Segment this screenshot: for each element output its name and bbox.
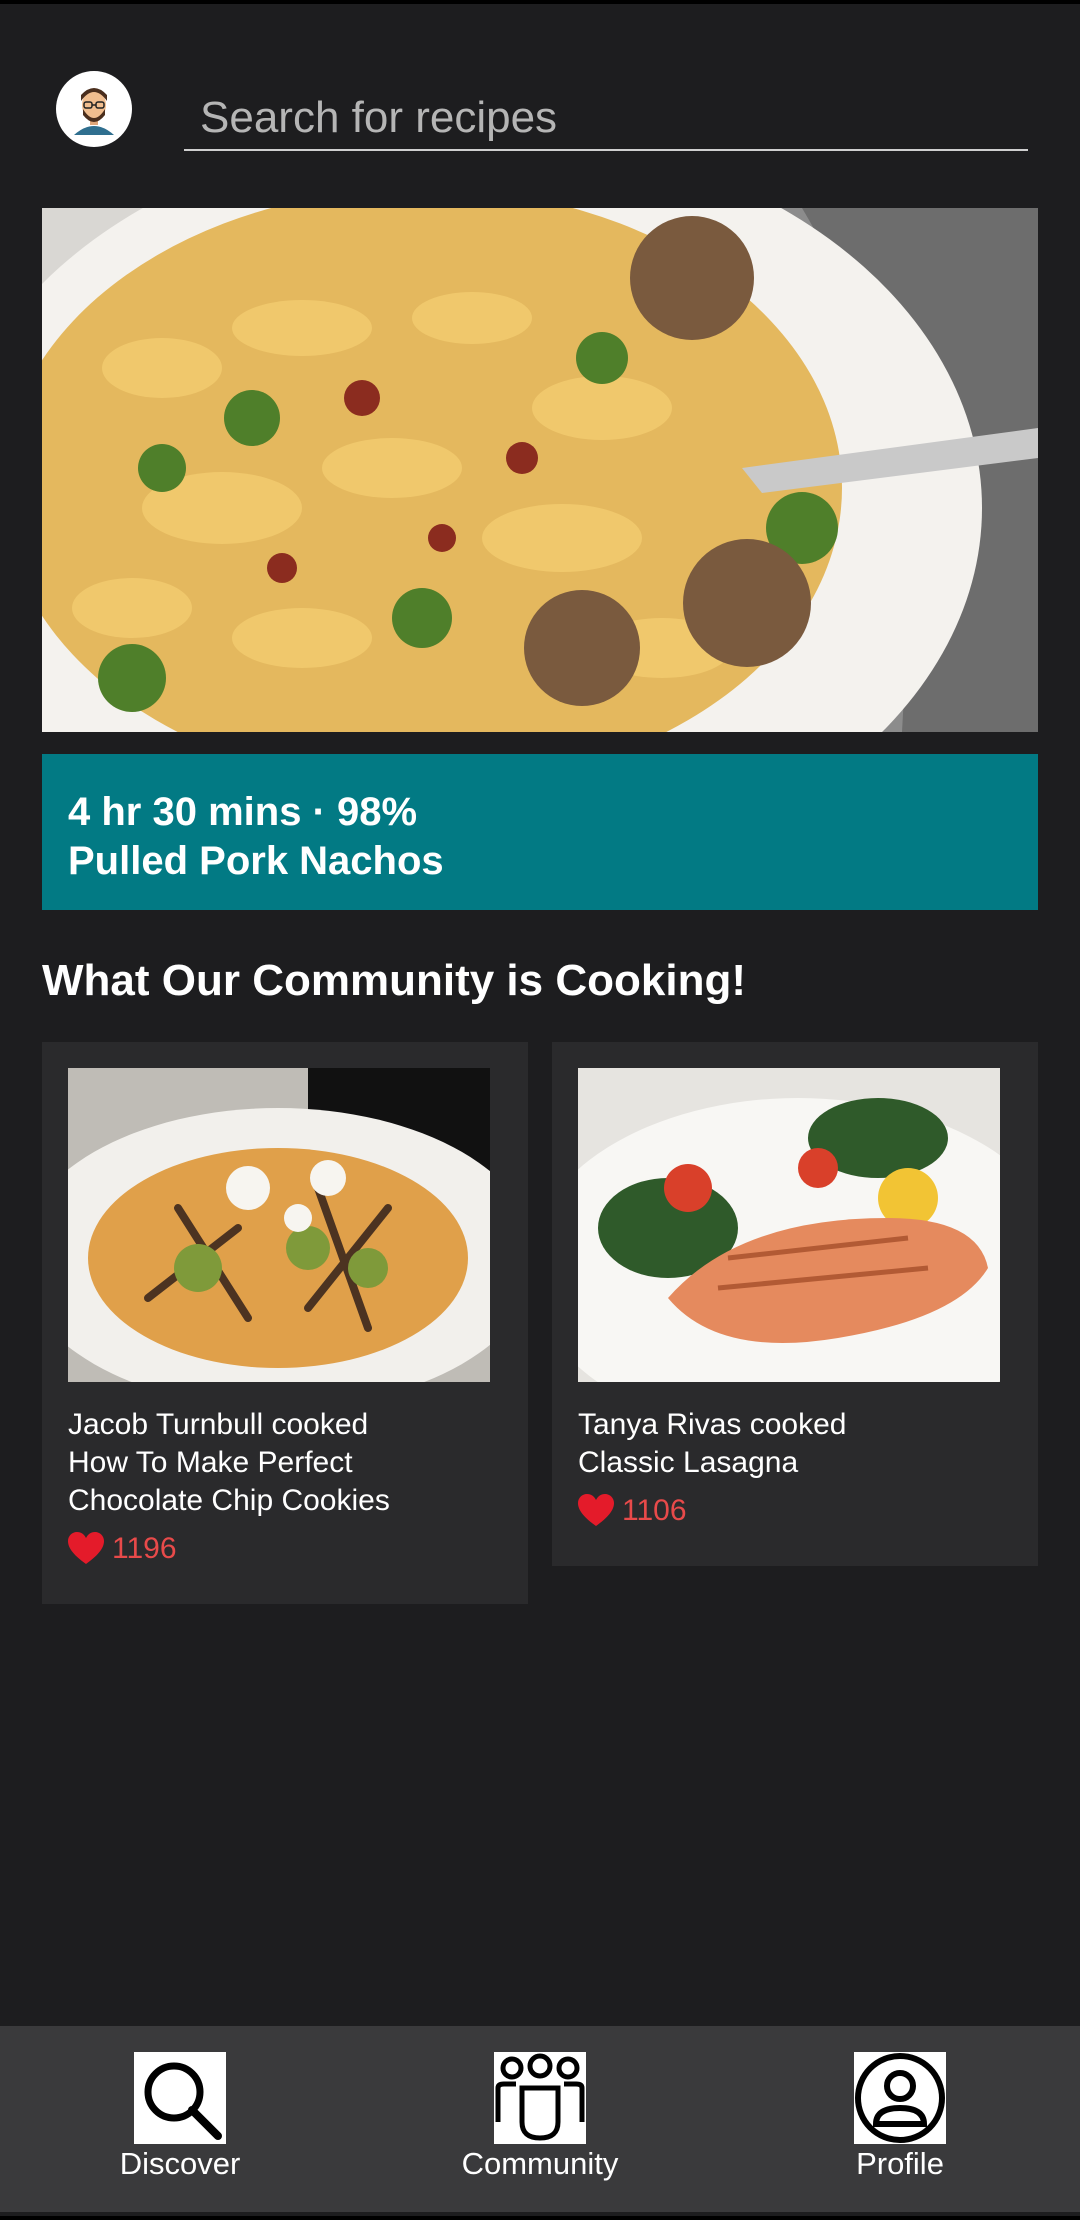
nav-label: Profile: [856, 2146, 944, 2181]
community-icon: [494, 2052, 586, 2144]
featured-recipe-image[interactable]: [42, 208, 1038, 732]
nav-profile[interactable]: Profile: [720, 2052, 1080, 2212]
bottom-navigation: Discover Community Profile: [0, 2026, 1080, 2212]
community-card[interactable]: Jacob Turnbull cooked How To Make Perfec…: [42, 1042, 528, 1604]
heart-icon: [68, 1532, 104, 1564]
likes-count[interactable]: 1106: [578, 1494, 1012, 1528]
community-card-image: [68, 1068, 490, 1382]
avatar-icon: [64, 79, 124, 139]
nav-label: Community: [461, 2146, 619, 2181]
nav-discover[interactable]: Discover: [0, 2052, 360, 2212]
community-card-image: [578, 1068, 1000, 1382]
header: [56, 64, 1028, 154]
likes-value: 1196: [112, 1532, 177, 1565]
community-card-text: Jacob Turnbull cooked How To Make Perfec…: [68, 1408, 390, 1517]
community-section-title: What Our Community is Cooking!: [42, 956, 746, 1005]
search-input[interactable]: [184, 93, 1028, 143]
search-icon: [134, 2052, 226, 2144]
likes-count[interactable]: 1196: [68, 1532, 502, 1566]
featured-recipe-banner[interactable]: 4 hr 30 mins · 98% Pulled Pork Nachos: [42, 754, 1038, 910]
likes-value: 1106: [622, 1494, 687, 1527]
featured-recipe-title: Pulled Pork Nachos: [68, 839, 444, 883]
avatar[interactable]: [56, 71, 132, 147]
featured-recipe-meta: 4 hr 30 mins · 98%: [68, 790, 418, 834]
nav-community[interactable]: Community: [360, 2052, 720, 2212]
search-bar: [184, 67, 1028, 151]
nav-label: Discover: [119, 2146, 241, 2181]
profile-icon: [854, 2052, 946, 2144]
app-screen: 4 hr 30 mins · 98% Pulled Pork Nachos Wh…: [0, 0, 1080, 2220]
heart-icon: [578, 1494, 614, 1526]
community-card-text: Tanya Rivas cooked Classic Lasagna: [578, 1408, 847, 1479]
community-card[interactable]: Tanya Rivas cooked Classic Lasagna 1106: [552, 1042, 1038, 1566]
